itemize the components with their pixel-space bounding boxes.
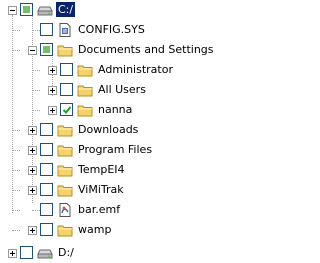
tree-node[interactable]: Administrator (0, 62, 249, 80)
tree-node[interactable]: TempEI4 (0, 162, 249, 180)
checkbox[interactable] (20, 246, 33, 259)
collapse-icon[interactable] (28, 46, 37, 55)
tree-node[interactable]: ViMiTrak (0, 182, 249, 200)
folder-icon (57, 163, 73, 177)
drive-icon (37, 3, 53, 17)
checkbox[interactable] (60, 83, 73, 96)
checkbox[interactable] (40, 23, 53, 36)
tree-node[interactable]: Program Files (0, 142, 249, 160)
tree-node-label[interactable]: nanna (96, 102, 134, 117)
folder-icon (57, 43, 73, 57)
folder-icon (77, 63, 93, 77)
checkbox[interactable] (40, 143, 53, 156)
expand-icon[interactable] (28, 146, 37, 155)
tree-node-label[interactable]: bar.emf (76, 202, 122, 217)
checkbox[interactable] (40, 183, 53, 196)
tree-node-label[interactable]: Program Files (76, 142, 154, 157)
tree-node[interactable]: Downloads (0, 122, 249, 140)
tree-node-label[interactable]: CONFIG.SYS (76, 22, 147, 37)
checkbox[interactable] (40, 43, 53, 56)
expand-icon[interactable] (48, 106, 57, 115)
tree-node-label[interactable]: C:/ (56, 2, 76, 17)
expand-icon[interactable] (8, 249, 17, 258)
tree-node-label[interactable]: Downloads (76, 122, 140, 137)
checkbox[interactable] (20, 3, 33, 16)
tree-node[interactable]: nanna (0, 102, 249, 120)
tree-node-label[interactable]: Documents and Settings (76, 42, 216, 57)
tree-node-label[interactable]: Administrator (96, 62, 175, 77)
folder-icon (57, 143, 73, 157)
checkbox[interactable] (60, 63, 73, 76)
checkbox[interactable] (40, 223, 53, 236)
checkbox[interactable] (40, 163, 53, 176)
tree-node-label[interactable]: D:/ (56, 245, 76, 260)
checkbox[interactable] (60, 103, 73, 116)
tree-node-label[interactable]: TempEI4 (76, 162, 127, 177)
tree-node-label[interactable]: ViMiTrak (76, 182, 126, 197)
expand-icon[interactable] (28, 186, 37, 195)
sys-file-icon (57, 23, 73, 37)
folder-icon (77, 83, 93, 97)
checkbox[interactable] (40, 203, 53, 216)
drive-icon (37, 246, 53, 260)
tree-node[interactable]: All Users (0, 82, 249, 100)
folder-icon (57, 223, 73, 237)
collapse-icon[interactable] (8, 6, 17, 15)
tree-node[interactable]: D:/ (0, 245, 249, 263)
expand-icon[interactable] (48, 86, 57, 95)
folder-icon (77, 103, 93, 117)
expand-icon[interactable] (28, 126, 37, 135)
tree-node[interactable]: C:/ (0, 2, 249, 20)
tree-node[interactable]: Documents and Settings (0, 42, 249, 60)
folder-icon (57, 123, 73, 137)
emf-file-icon (57, 203, 73, 217)
folder-icon (57, 183, 73, 197)
tree-node-label[interactable]: wamp (76, 222, 113, 237)
expand-icon[interactable] (48, 66, 57, 75)
expand-icon[interactable] (28, 166, 37, 175)
tree-node-label[interactable]: All Users (96, 82, 148, 97)
tree-node[interactable]: CONFIG.SYS (0, 22, 249, 40)
expand-icon[interactable] (28, 226, 37, 235)
tree-node[interactable]: wamp (0, 222, 249, 240)
file-tree: C:/CONFIG.SYS Documents and Settings Admin… (0, 0, 249, 259)
tree-node[interactable]: bar.emf (0, 202, 249, 220)
checkbox[interactable] (40, 123, 53, 136)
